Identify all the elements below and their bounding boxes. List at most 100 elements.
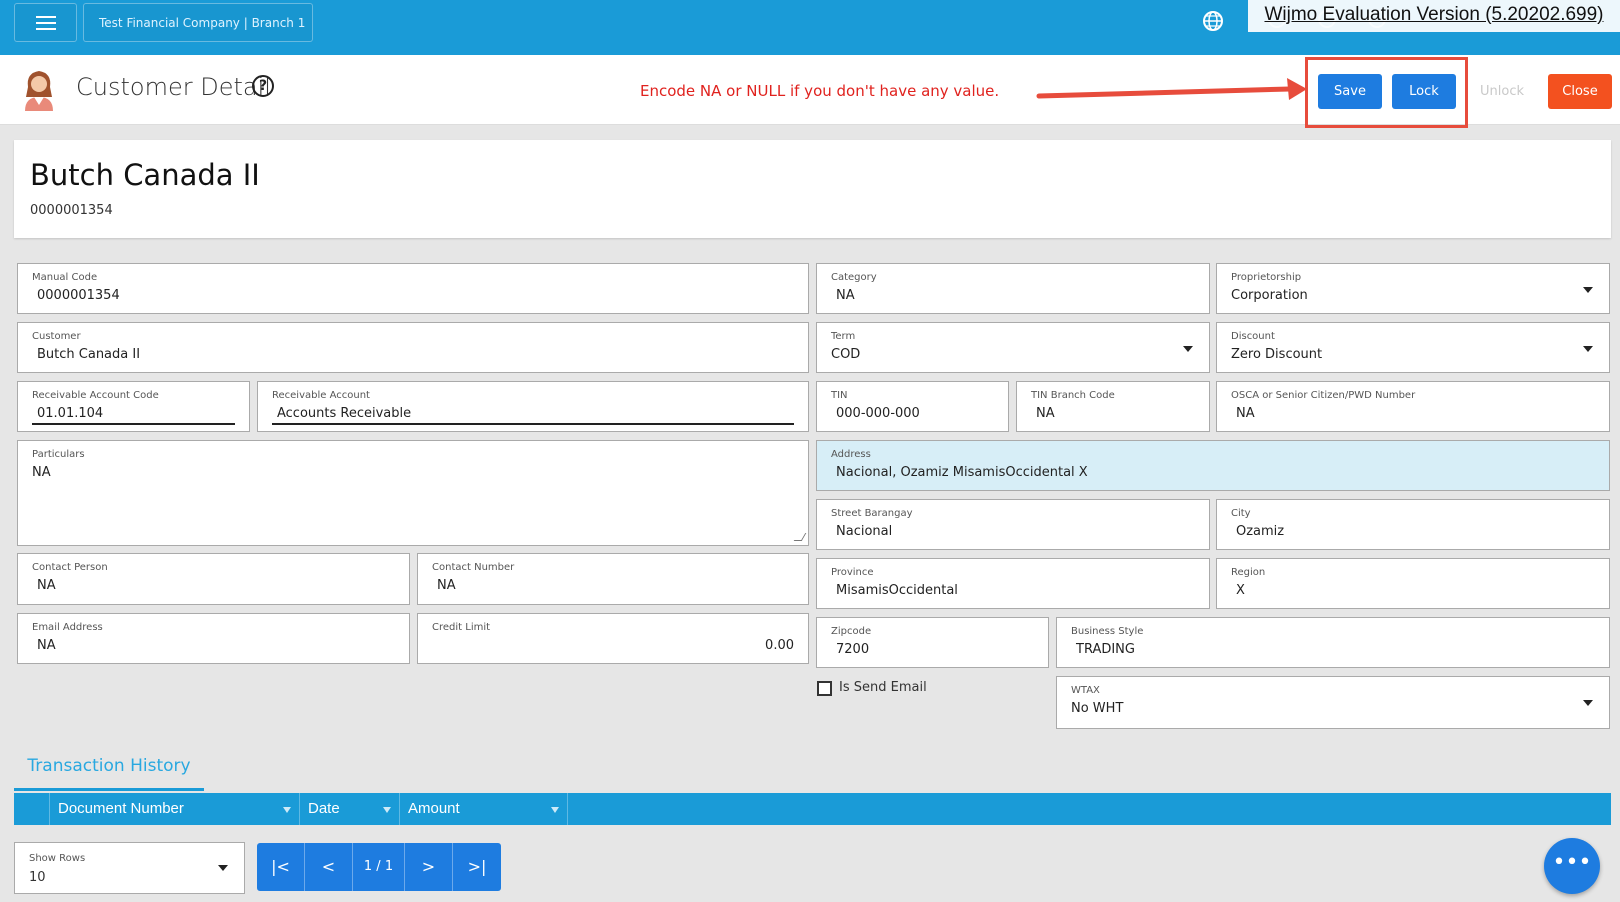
grid-row-header — [14, 793, 50, 825]
field-label: Receivable Account Code — [32, 390, 159, 401]
field-label: Customer — [32, 331, 81, 342]
field-value: MisamisOccidental — [836, 583, 958, 598]
field-label: Email Address — [32, 622, 103, 633]
chevron-down-icon[interactable] — [1583, 700, 1593, 706]
field-label: Contact Person — [32, 562, 108, 573]
field-label: Business Style — [1071, 626, 1144, 637]
customer-name-heading: Butch Canada II — [30, 158, 260, 192]
field-value: Corporation — [1231, 288, 1308, 303]
field-label: Category — [831, 272, 877, 283]
customer-avatar-icon — [25, 71, 53, 111]
field-value: 10 — [29, 870, 46, 885]
field-value: Butch Canada II — [37, 347, 141, 362]
credit-limit-field[interactable]: Credit Limit 0.00 — [417, 613, 809, 664]
field-value: Nacional, Ozamiz MisamisOccidental X — [836, 465, 1088, 480]
field-value: 0000001354 — [37, 288, 120, 303]
close-button[interactable]: Close — [1548, 74, 1612, 109]
chevron-down-icon[interactable] — [1583, 287, 1593, 293]
column-amount[interactable]: Amount — [400, 793, 568, 825]
discount-select[interactable]: Discount Zero Discount — [1216, 322, 1610, 373]
region-field[interactable]: Region X — [1216, 558, 1610, 609]
field-label: Street Barangay — [831, 508, 913, 519]
proprietorship-select[interactable]: Proprietorship Corporation — [1216, 263, 1610, 314]
hamburger-menu-button[interactable] — [14, 3, 77, 42]
customer-summary-card: Butch Canada II 0000001354 — [14, 140, 1611, 238]
lock-button[interactable]: Lock — [1392, 74, 1456, 109]
field-value: NA — [37, 578, 56, 593]
resize-handle-icon[interactable] — [793, 533, 807, 541]
field-label: Manual Code — [32, 272, 98, 283]
save-button[interactable]: Save — [1318, 74, 1382, 109]
top-navbar: Test Financial Company | Branch 1 Wijmo … — [0, 0, 1620, 55]
wtax-select[interactable]: WTAX No WHT — [1056, 676, 1610, 729]
field-value: 000-000-000 — [836, 406, 920, 421]
field-value: Zero Discount — [1231, 347, 1323, 362]
manual-code-field[interactable]: Manual Code 0000001354 — [17, 263, 809, 314]
field-value: NA — [37, 638, 56, 653]
tin-branch-code-field[interactable]: TIN Branch Code NA — [1016, 381, 1210, 432]
field-value: Ozamiz — [1236, 524, 1285, 539]
field-label: Credit Limit — [432, 622, 491, 633]
field-label: Province — [831, 567, 874, 578]
field-value: 0.00 — [765, 638, 794, 653]
filter-icon[interactable] — [383, 807, 391, 813]
column-label: Date — [308, 800, 340, 817]
receivable-account-code-field[interactable]: Receivable Account Code 01.01.104 — [17, 381, 250, 432]
first-page-button[interactable]: |< — [257, 843, 305, 891]
next-page-button[interactable]: > — [405, 843, 453, 891]
field-label: OSCA or Senior Citizen/PWD Number — [1231, 390, 1416, 401]
previous-page-button[interactable]: < — [305, 843, 353, 891]
filter-icon[interactable] — [283, 807, 291, 813]
email-address-field[interactable]: Email Address NA — [17, 613, 410, 664]
filter-icon[interactable] — [551, 807, 559, 813]
customer-code: 0000001354 — [30, 203, 113, 218]
chevron-down-icon[interactable] — [218, 865, 228, 871]
field-value: NA — [32, 465, 51, 480]
field-label: Region — [1231, 567, 1266, 578]
city-field[interactable]: City Ozamiz — [1216, 499, 1610, 550]
more-options-button[interactable]: ••• — [1544, 838, 1600, 894]
page-title: Customer Detail — [76, 73, 271, 101]
contact-person-field[interactable]: Contact Person NA — [17, 553, 410, 605]
is-send-email-checkbox[interactable] — [817, 681, 832, 696]
contact-number-field[interactable]: Contact Number NA — [417, 553, 809, 605]
particulars-textarea[interactable]: Particulars NA — [17, 440, 809, 546]
last-page-button[interactable]: >| — [453, 843, 501, 891]
column-label: Amount — [408, 800, 460, 817]
globe-icon[interactable] — [1202, 10, 1224, 32]
field-label: WTAX — [1071, 685, 1100, 696]
field-value: COD — [831, 347, 861, 362]
field-value: TRADING — [1076, 642, 1135, 657]
category-field[interactable]: Category NA — [816, 263, 1210, 314]
field-label: TIN — [831, 390, 848, 401]
tin-field[interactable]: TIN 000-000-000 — [816, 381, 1009, 432]
business-style-field[interactable]: Business Style TRADING — [1056, 617, 1610, 668]
customer-field[interactable]: Customer Butch Canada II — [17, 322, 809, 373]
field-underline — [32, 423, 235, 425]
zipcode-field[interactable]: Zipcode 7200 — [816, 617, 1049, 668]
help-icon[interactable]: ? — [252, 75, 274, 97]
notice-message: Encode NA or NULL if you don't have any … — [640, 82, 1000, 100]
field-label: Term — [831, 331, 856, 342]
show-rows-select[interactable]: Show Rows 10 — [14, 842, 245, 894]
column-document-number[interactable]: Document Number — [50, 793, 300, 825]
receivable-account-field[interactable]: Receivable Account Accounts Receivable — [257, 381, 809, 432]
field-value: No WHT — [1071, 701, 1124, 716]
wijmo-evaluation-banner[interactable]: Wijmo Evaluation Version (5.20202.699) — [1248, 0, 1620, 32]
street-barangay-field[interactable]: Street Barangay Nacional — [816, 499, 1210, 550]
unlock-button[interactable]: Unlock — [1472, 74, 1532, 109]
field-value: 01.01.104 — [37, 406, 104, 421]
field-value: X — [1236, 583, 1245, 598]
column-label: Document Number — [58, 800, 184, 817]
tab-transaction-history[interactable]: Transaction History — [14, 749, 204, 791]
field-label: Receivable Account — [272, 390, 370, 401]
chevron-down-icon[interactable] — [1183, 346, 1193, 352]
chevron-down-icon[interactable] — [1583, 346, 1593, 352]
field-value: NA — [1236, 406, 1255, 421]
term-select[interactable]: Term COD — [816, 322, 1210, 373]
province-field[interactable]: Province MisamisOccidental — [816, 558, 1210, 609]
field-value: Nacional — [836, 524, 893, 539]
company-branch-selector[interactable]: Test Financial Company | Branch 1 — [83, 3, 313, 42]
osca-number-field[interactable]: OSCA or Senior Citizen/PWD Number NA — [1216, 381, 1610, 432]
column-date[interactable]: Date — [300, 793, 400, 825]
